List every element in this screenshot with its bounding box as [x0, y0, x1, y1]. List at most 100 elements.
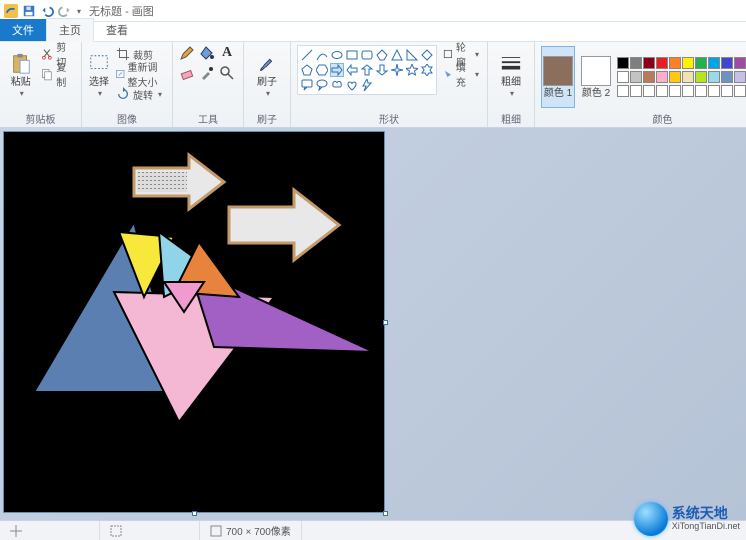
palette-color[interactable]: [630, 57, 642, 69]
crosshair-icon: [10, 525, 22, 537]
palette-color[interactable]: [643, 71, 655, 83]
app-icon: [4, 4, 18, 18]
tab-view[interactable]: 查看: [94, 19, 140, 41]
group-clipboard-label: 剪贴板: [6, 109, 75, 126]
shape-pentagon[interactable]: [300, 63, 314, 77]
palette-color[interactable]: [708, 71, 720, 83]
group-stroke: 粗细 粗细: [488, 42, 535, 127]
shape-heart[interactable]: [345, 78, 359, 92]
group-brush: 刷子 刷子: [244, 42, 291, 127]
shape-callout-cloud[interactable]: [330, 78, 344, 92]
palette-color[interactable]: [708, 57, 720, 69]
shape-polygon[interactable]: [375, 48, 389, 62]
shape-arrow-right[interactable]: [330, 63, 344, 77]
redo-button[interactable]: [57, 3, 73, 19]
resize-handle-s[interactable]: [192, 511, 197, 516]
shape-callout-rect[interactable]: [300, 78, 314, 92]
shape-lightning[interactable]: [360, 78, 374, 92]
shape-diamond[interactable]: [420, 48, 434, 62]
fill-button[interactable]: 填充: [441, 65, 481, 83]
shape-triangle[interactable]: [390, 48, 404, 62]
fill-tool[interactable]: [199, 45, 215, 61]
shape-callout-oval[interactable]: [315, 78, 329, 92]
undo-button[interactable]: [39, 3, 55, 19]
resize-handle-e[interactable]: [383, 320, 388, 325]
shape-line[interactable]: [300, 48, 314, 62]
shape-oval[interactable]: [330, 48, 344, 62]
magnifier-tool[interactable]: [219, 65, 235, 81]
brush-button[interactable]: 刷子: [250, 45, 284, 107]
resize-handle-se[interactable]: [383, 511, 388, 516]
shape-roundrect[interactable]: [360, 48, 374, 62]
group-image: 选择 裁剪 重新调整大小 旋转 图像: [82, 42, 173, 127]
palette-color[interactable]: [721, 57, 733, 69]
palette-color[interactable]: [721, 71, 733, 83]
palette-color[interactable]: [656, 71, 668, 83]
palette-color[interactable]: [695, 71, 707, 83]
group-clipboard: 粘贴 剪切 复制 剪贴板: [0, 42, 82, 127]
stroke-button[interactable]: 粗细: [494, 45, 528, 107]
pencil-tool[interactable]: [179, 45, 195, 61]
shape-right-triangle[interactable]: [405, 48, 419, 62]
ribbon: 粘贴 剪切 复制 剪贴板 选择 裁剪 重新调整大小 旋转 图像: [0, 42, 746, 128]
shape-arrow-left[interactable]: [345, 63, 359, 77]
shape-star5[interactable]: [405, 63, 419, 77]
shape-rect[interactable]: [345, 48, 359, 62]
palette-row-1: [617, 57, 746, 69]
copy-button[interactable]: 复制: [39, 65, 75, 83]
group-colors: 颜色 1 颜色 2 编辑颜色 颜色: [535, 42, 746, 127]
shape-arrow-down[interactable]: [375, 63, 389, 77]
qat-dropdown[interactable]: [75, 6, 81, 16]
watermark-title: 系统天地: [672, 506, 740, 521]
status-cursor-pos: [0, 521, 100, 540]
palette-color[interactable]: [682, 71, 694, 83]
ribbon-tabs: 文件 主页 查看: [0, 22, 746, 42]
status-selection-size: [100, 521, 200, 540]
quick-access-toolbar: [21, 3, 81, 19]
shape-curve[interactable]: [315, 48, 329, 62]
palette-color[interactable]: [734, 71, 746, 83]
palette-color[interactable]: [656, 57, 668, 69]
shape-star4[interactable]: [390, 63, 404, 77]
shape-star6[interactable]: [420, 63, 434, 77]
custom-color-slot[interactable]: [617, 85, 629, 97]
tab-file[interactable]: 文件: [0, 19, 46, 41]
status-canvas-size: 700 × 700像素: [200, 521, 302, 540]
globe-icon: [634, 502, 668, 536]
color1-swatch: [543, 56, 573, 86]
palette-color[interactable]: [734, 57, 746, 69]
picker-tool[interactable]: [199, 65, 215, 81]
palette-color[interactable]: [617, 57, 629, 69]
palette-color[interactable]: [695, 57, 707, 69]
palette-color[interactable]: [643, 57, 655, 69]
eraser-tool[interactable]: [179, 65, 195, 81]
window-title: 无标题 - 画图: [89, 3, 154, 19]
canvas[interactable]: [4, 132, 384, 512]
palette-color[interactable]: [682, 57, 694, 69]
color2-button[interactable]: 颜色 2: [579, 46, 613, 108]
text-tool[interactable]: A: [219, 45, 235, 61]
canvas-size-icon: [210, 525, 222, 537]
resize-button[interactable]: 重新调整大小: [114, 65, 166, 83]
selection-icon: [110, 525, 122, 537]
workspace[interactable]: [0, 128, 746, 520]
group-tools: A 工具: [173, 42, 244, 127]
palette-color[interactable]: [630, 71, 642, 83]
palette-color[interactable]: [617, 71, 629, 83]
shape-hexagon[interactable]: [315, 63, 329, 77]
watermark: 系统天地 XiTongTianDi.net: [634, 502, 740, 536]
color1-button[interactable]: 颜色 1: [541, 46, 575, 108]
palette-color[interactable]: [669, 57, 681, 69]
shape-arrow-up[interactable]: [360, 63, 374, 77]
palette-row-2: [617, 71, 746, 83]
drawing-content: [4, 132, 384, 512]
paste-button[interactable]: 粘贴: [6, 45, 35, 107]
group-shapes: 轮廓 填充 形状: [291, 42, 488, 127]
shapes-gallery[interactable]: [297, 45, 437, 95]
canvas-wrapper: [4, 132, 742, 512]
palette-color[interactable]: [669, 71, 681, 83]
save-button[interactable]: [21, 3, 37, 19]
color2-swatch: [581, 56, 611, 86]
rotate-button[interactable]: 旋转: [114, 85, 166, 103]
select-button[interactable]: 选择: [88, 45, 110, 107]
